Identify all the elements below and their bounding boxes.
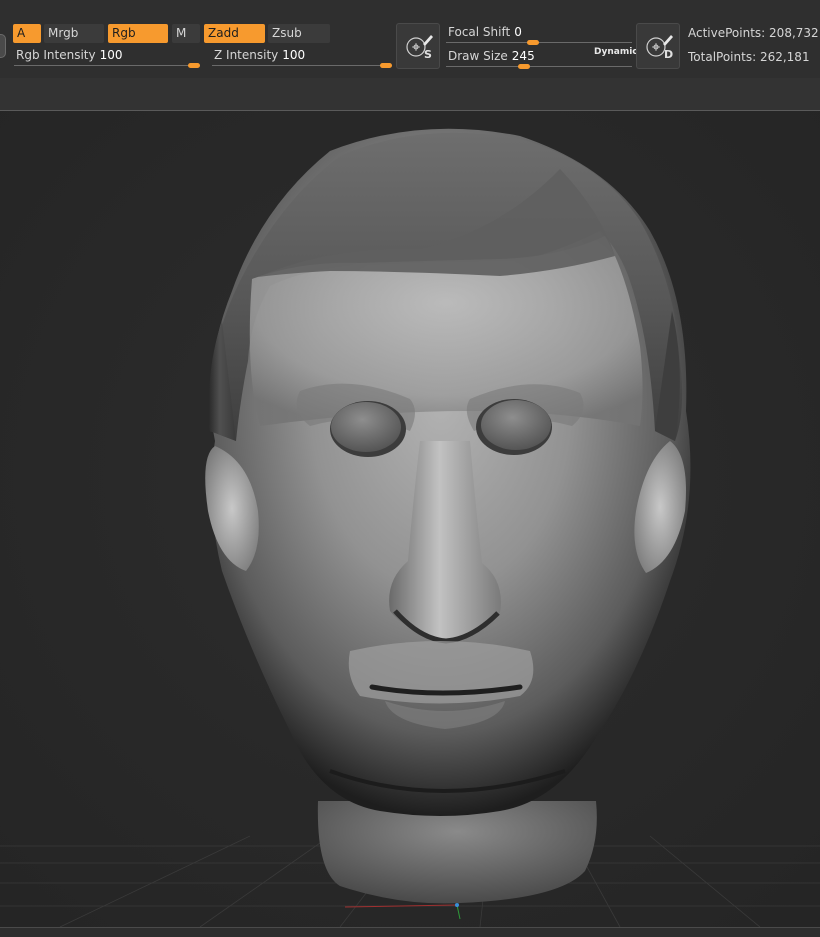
zsub-button[interactable]: Zsub <box>268 24 330 43</box>
top-toolbar: A Mrgb Rgb M Zadd Zsub Rgb Intensity 100 … <box>0 0 820 78</box>
rgb-intensity-label: Rgb Intensity <box>16 48 96 62</box>
z-intensity-slider[interactable]: Z Intensity 100 <box>214 48 305 62</box>
draw-size-label: Draw Size <box>448 49 508 63</box>
active-points-label: ActivePoints: <box>688 26 766 40</box>
draw-size-value: 245 <box>511 49 535 63</box>
rgb-intensity-knob[interactable] <box>188 63 200 68</box>
draw-size-knob[interactable] <box>517 64 530 69</box>
z-intensity-label: Z Intensity <box>214 48 279 62</box>
right-eye <box>481 400 551 450</box>
focal-shift-label: Focal Shift <box>448 25 511 39</box>
draw-size-track[interactable] <box>446 66 632 67</box>
total-points-value: 262,181 <box>759 50 810 64</box>
stroke-icon <box>406 35 433 57</box>
mrgb-button[interactable]: Mrgb <box>44 24 104 43</box>
draw-button[interactable]: D <box>636 23 680 69</box>
secondary-toolbar <box>0 78 820 111</box>
axis-origin <box>455 903 459 907</box>
z-intensity-value: 100 <box>282 48 306 62</box>
draw-size-slider[interactable]: Draw Size 245 <box>448 49 535 63</box>
rgb-intensity-value: 100 <box>99 48 123 62</box>
focal-shift-knob[interactable] <box>527 40 539 45</box>
left-panel-handle[interactable] <box>0 34 6 58</box>
stroke-button[interactable]: S <box>396 23 440 69</box>
dynamic-toggle[interactable]: Dynamic <box>594 47 638 57</box>
m-button[interactable]: M <box>172 24 200 43</box>
active-points-readout: ActivePoints: 208,732 <box>688 26 819 40</box>
z-intensity-knob[interactable] <box>380 63 392 68</box>
left-eye <box>331 402 401 452</box>
total-points-label: TotalPoints: <box>688 50 757 64</box>
focal-shift-track[interactable] <box>446 42 632 43</box>
rgb-button[interactable]: Rgb <box>108 24 168 43</box>
rgb-intensity-track[interactable] <box>14 65 200 66</box>
zadd-button[interactable]: Zadd <box>204 24 265 43</box>
active-points-value: 208,732 <box>769 26 819 40</box>
neck <box>317 801 597 904</box>
total-points-readout: TotalPoints: 262,181 <box>688 50 810 64</box>
focal-shift-value: 0 <box>514 25 522 39</box>
stroke-icon-letter: S <box>424 48 432 61</box>
draw-icon-letter: D <box>664 48 674 61</box>
z-intensity-track[interactable] <box>212 65 392 66</box>
focal-shift-slider[interactable]: Focal Shift 0 <box>448 25 522 39</box>
rgb-intensity-slider[interactable]: Rgb Intensity 100 <box>16 48 123 62</box>
canvas-viewport[interactable] <box>0 111 820 927</box>
draw-icon <box>646 35 673 57</box>
a-button[interactable]: A <box>13 24 41 43</box>
